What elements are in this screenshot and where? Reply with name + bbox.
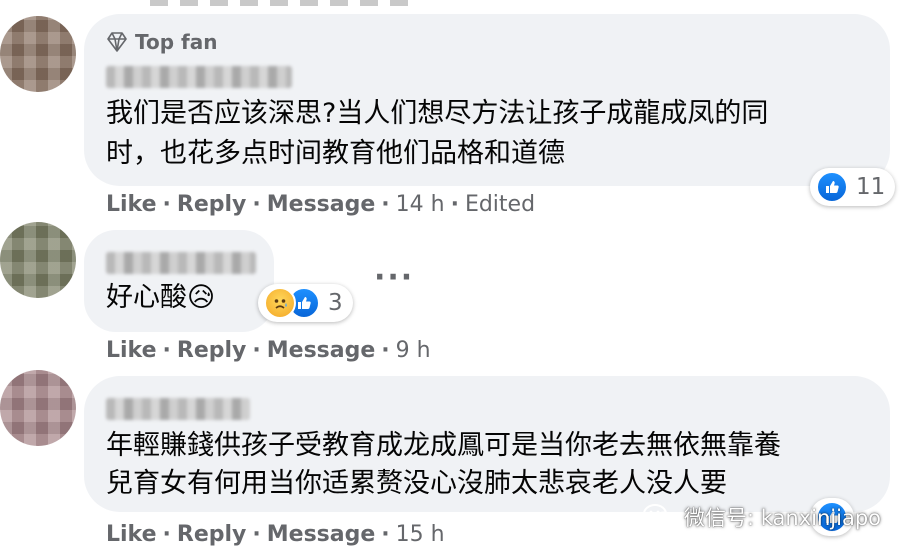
comment-actions: Like · Reply · Message · 15 h <box>106 519 445 549</box>
author-name-blurred[interactable] <box>106 66 292 88</box>
watermark: 微信号: kanxinjiapo <box>642 502 881 532</box>
message-button[interactable]: Message <box>267 338 376 363</box>
wechat-icon <box>643 504 674 529</box>
like-button[interactable]: Like <box>106 522 157 547</box>
avatar[interactable] <box>0 222 76 298</box>
reply-button[interactable]: Reply <box>177 192 247 217</box>
author-name-blurred[interactable] <box>106 398 250 420</box>
comment-bubble: 好心酸😥 <box>84 230 274 332</box>
watermark-text: 微信号: kanxinjiapo <box>684 506 882 530</box>
timestamp[interactable]: 14 h <box>396 192 445 217</box>
cropped-previous-content <box>150 0 410 6</box>
reaction-count-badge[interactable]: 3 <box>258 284 353 322</box>
comment-actions: Like · Reply · Message · 9 h <box>106 335 431 365</box>
sad-icon <box>264 287 296 319</box>
avatar[interactable] <box>0 370 76 446</box>
separator: · <box>381 337 390 363</box>
timestamp[interactable]: 15 h <box>396 522 445 547</box>
separator: · <box>252 521 261 547</box>
like-button[interactable]: Like <box>106 338 157 363</box>
comment-text-line: 我们是否应该深思?当人们想尽方法让孩子成龍成凤的同 <box>106 98 769 129</box>
edited-label[interactable]: Edited <box>465 192 535 217</box>
comment-bubble: 年輕賺錢供孩子受教育成龙成鳳可是当你老去無依無靠養 兒育女有何用当你适累赘没心沒… <box>84 376 890 512</box>
separator: · <box>162 521 171 547</box>
more-options-icon[interactable]: ··· <box>374 260 414 295</box>
like-button[interactable]: Like <box>106 192 157 217</box>
separator: · <box>162 191 171 217</box>
avatar[interactable] <box>0 16 76 92</box>
author-name-blurred[interactable] <box>106 252 256 274</box>
top-fan-label: Top fan <box>135 30 218 54</box>
separator: · <box>162 337 171 363</box>
reaction-count: 3 <box>328 290 343 316</box>
separator: · <box>252 191 261 217</box>
comment-actions: Like · Reply · Message · 14 h · Edited <box>106 189 535 219</box>
comment-bubble: Top fan 我们是否应该深思?当人们想尽方法让孩子成龍成凤的同 时，也花多点… <box>84 14 890 186</box>
top-fan-badge: Top fan <box>106 30 217 54</box>
comment-text-line: 好心酸😥 <box>106 282 216 313</box>
reaction-count-badge[interactable]: 11 <box>810 168 896 206</box>
comment-text-line: 兒育女有何用当你适累赘没心沒肺太悲哀老人没人要 <box>106 468 727 499</box>
like-icon <box>816 171 848 203</box>
reaction-count: 11 <box>856 174 886 200</box>
separator: · <box>381 191 390 217</box>
timestamp[interactable]: 9 h <box>396 338 431 363</box>
separator: · <box>381 521 390 547</box>
separator: · <box>450 191 459 217</box>
message-button[interactable]: Message <box>267 192 376 217</box>
diamond-icon <box>107 32 127 52</box>
separator: · <box>252 337 261 363</box>
message-button[interactable]: Message <box>267 522 376 547</box>
reply-button[interactable]: Reply <box>177 338 247 363</box>
comment-text-line: 时，也花多点时间教育他们品格和道德 <box>106 138 565 169</box>
reply-button[interactable]: Reply <box>177 522 247 547</box>
